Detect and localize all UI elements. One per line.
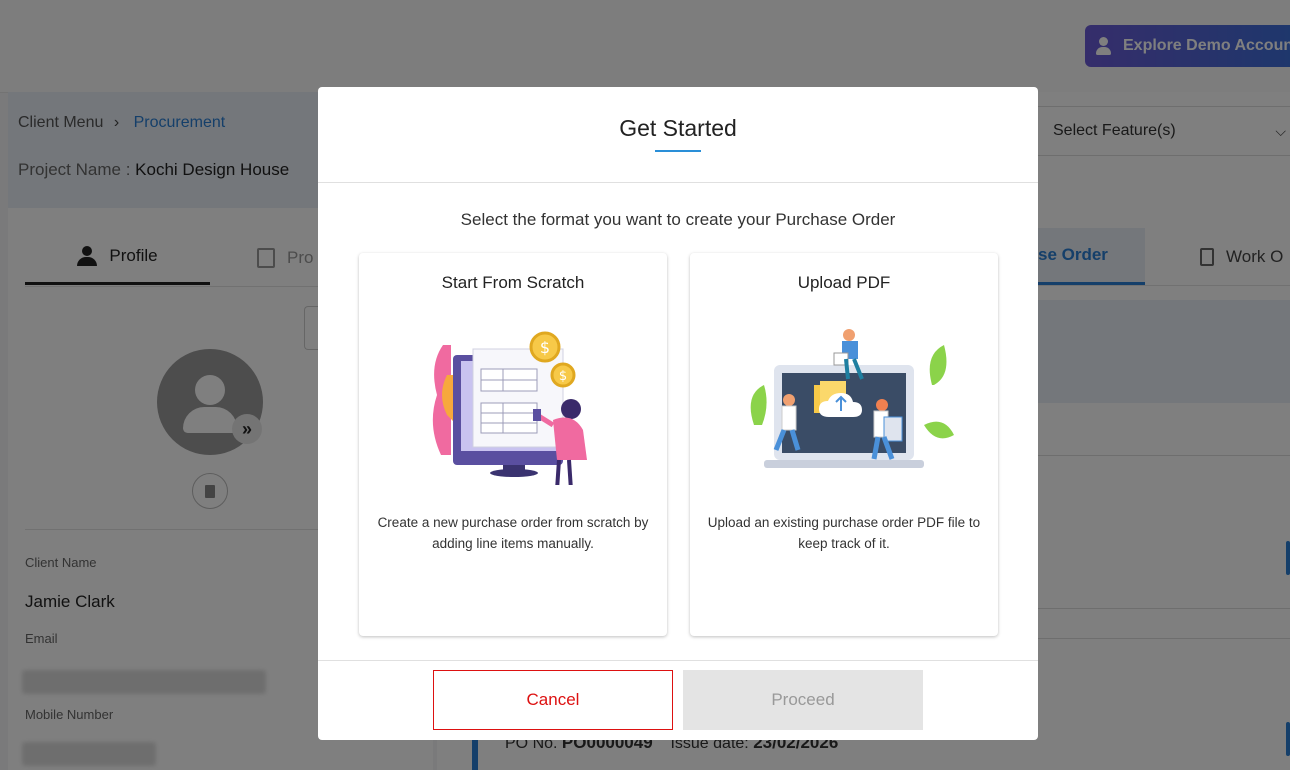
option-title: Upload PDF (797, 273, 891, 292)
option-title: Start From Scratch (441, 273, 585, 292)
option-upload-pdf[interactable]: Upload PDF Upload an existing purchase o… (690, 253, 998, 636)
option-description: Upload an existing purchase order PDF fi… (707, 515, 981, 551)
modal-subtitle: Select the format you want to create you… (460, 210, 896, 229)
option-description: Create a new purchase order from scratch… (377, 515, 649, 551)
modal-footer-divider (318, 660, 1038, 661)
upload-pdf-illustration-icon (750, 329, 954, 468)
proceed-button[interactable]: Proceed (683, 670, 923, 730)
modal-title: Get Started (619, 115, 737, 141)
cancel-button[interactable]: Cancel (433, 670, 673, 730)
svg-text:$: $ (559, 369, 567, 384)
purchase-order-illustration-icon: $ $ (432, 331, 587, 485)
option-start-from-scratch[interactable]: Start From Scratch $ $ Create a new purc… (359, 253, 667, 636)
title-underline (655, 150, 701, 152)
modal-header: Get Started (318, 87, 1038, 183)
svg-text:$: $ (540, 338, 550, 357)
